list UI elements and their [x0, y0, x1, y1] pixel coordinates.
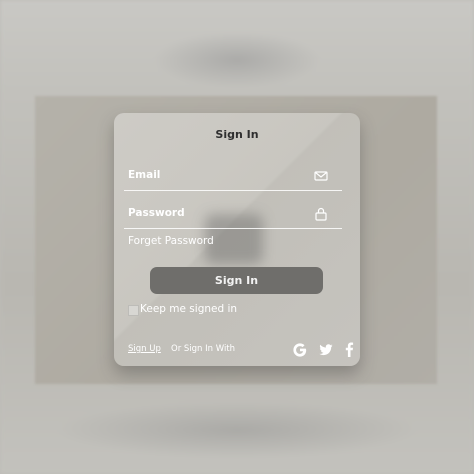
forget-password-link[interactable]: Forget Password — [128, 235, 214, 247]
signin-button[interactable]: Sign In — [150, 267, 323, 294]
password-underline — [124, 228, 342, 229]
lock-icon — [314, 206, 328, 221]
password-field[interactable]: Password — [128, 207, 185, 219]
google-icon[interactable] — [292, 342, 308, 358]
facebook-icon[interactable] — [341, 341, 357, 357]
keep-signed-in-label: Keep me signed in — [140, 303, 238, 315]
password-label: Password — [128, 207, 185, 219]
page-title: Sign In — [215, 128, 259, 141]
email-underline — [124, 190, 342, 191]
mail-icon — [314, 168, 328, 182]
sign-up-link[interactable]: Sign Up — [128, 344, 161, 354]
or-sign-in-with-label: Or Sign In With — [171, 344, 236, 354]
email-field[interactable]: Email — [128, 169, 160, 181]
keep-signed-in-checkbox[interactable] — [128, 305, 139, 316]
email-label: Email — [128, 169, 161, 181]
twitter-icon[interactable] — [318, 342, 334, 358]
